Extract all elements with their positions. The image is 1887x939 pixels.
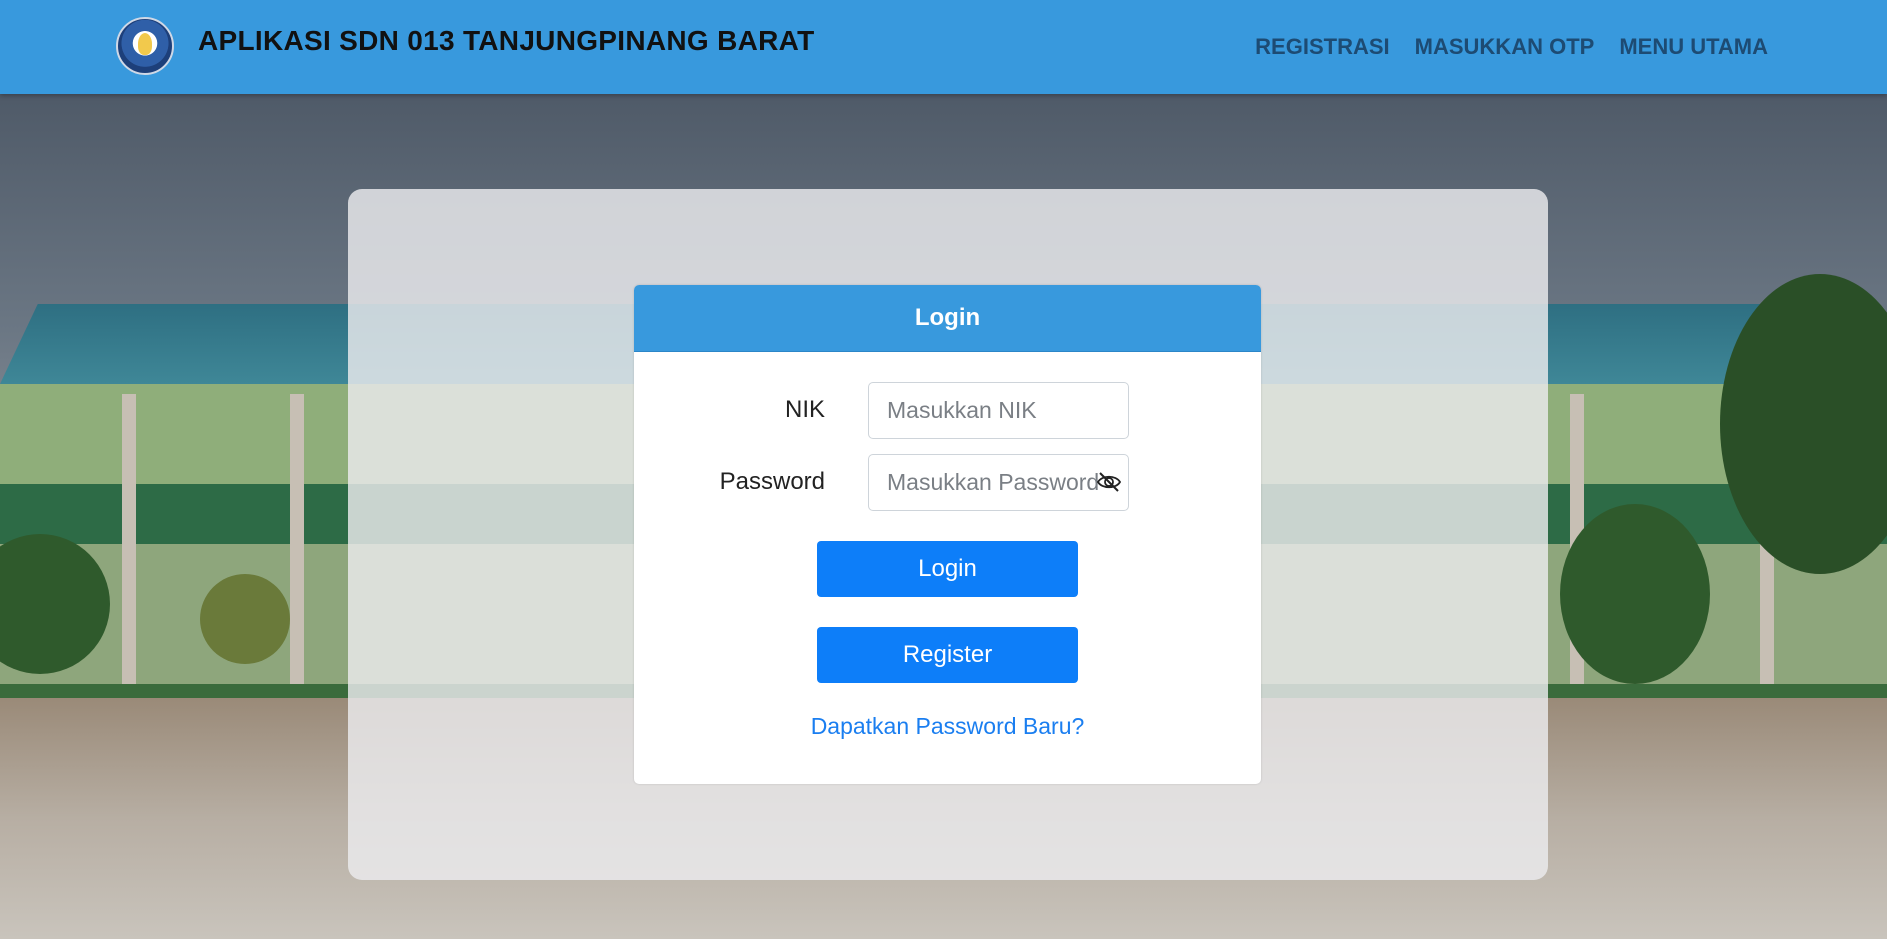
nik-input[interactable] <box>868 382 1129 439</box>
login-button[interactable]: Login <box>817 541 1078 597</box>
navbar: APLIKASI SDN 013 TANJUNGPINANG BARAT REG… <box>0 0 1887 94</box>
password-row: Password <box>634 454 1261 511</box>
nav-menu: REGISTRASI MASUKKAN OTP MENU UTAMA <box>1255 34 1768 60</box>
school-logo-icon[interactable] <box>116 17 174 75</box>
nav-masukkan-otp[interactable]: MASUKKAN OTP <box>1415 34 1595 60</box>
nav-registrasi[interactable]: REGISTRASI <box>1255 34 1389 60</box>
password-label: Password <box>719 468 825 495</box>
login-card-header: Login <box>634 285 1261 352</box>
forgot-password-link[interactable]: Dapatkan Password Baru? <box>634 713 1261 740</box>
nik-row: NIK <box>634 382 1261 439</box>
login-card: Login NIK Password Login Register Dapatk… <box>634 285 1261 784</box>
register-button[interactable]: Register <box>817 627 1078 683</box>
nik-label: NIK <box>784 396 825 423</box>
password-input[interactable] <box>868 454 1129 511</box>
nav-menu-utama[interactable]: MENU UTAMA <box>1619 34 1768 60</box>
eye-slash-icon[interactable] <box>1096 471 1122 493</box>
login-card-title: Login <box>914 304 981 331</box>
app-title[interactable]: APLIKASI SDN 013 TANJUNGPINANG BARAT <box>198 25 815 57</box>
